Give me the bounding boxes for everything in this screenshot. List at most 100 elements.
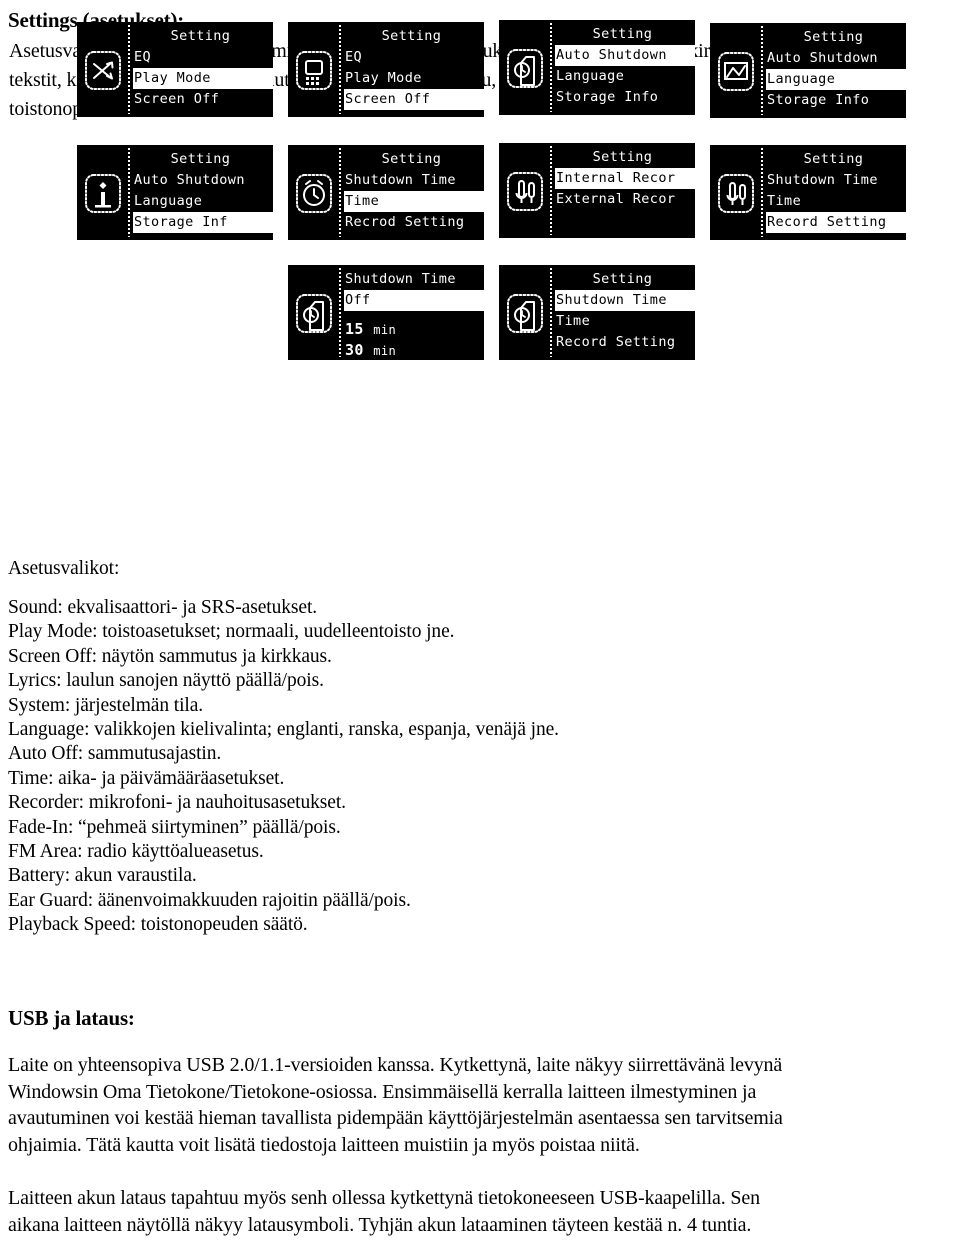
menu-desc-play-mode: Play Mode: toistoasetukset; normaali, uu… (8, 621, 455, 643)
menu-desc-ear-guard: Ear Guard: äänenvoimakkuuden rajoitin pä… (8, 889, 411, 911)
lcd-menu-list: Setting Internal Recor External Recor (555, 143, 695, 238)
lcd-menu-item[interactable]: Setting (766, 27, 906, 48)
lcd-menu-item[interactable]: Setting (133, 26, 273, 47)
clock-shutdown-icon (505, 291, 545, 335)
lcd-menu-item[interactable]: Screen Off (133, 89, 273, 110)
lcd-menu-item[interactable]: Setting (344, 149, 484, 170)
lcd-menu-item[interactable]: Auto Shutdown (766, 48, 906, 69)
lcd-menu-item[interactable]: Setting (555, 147, 695, 168)
lcd-menu-item[interactable]: Time (766, 191, 906, 212)
menu-description-list: Sound: ekvalisaattori- ja SRS-asetukset.… (8, 596, 952, 938)
menu-desc-fm-area: FM Area: radio käyttöalueasetus. (8, 841, 264, 863)
lcd-menu-item-selected[interactable]: Shutdown Time (555, 290, 695, 311)
lcd-divider (761, 148, 763, 237)
lcd-menu-item[interactable]: 30 min (344, 340, 484, 360)
lcd-menu-item[interactable]: Shutdown Time (766, 170, 906, 191)
lcd-screenshot-gallery: Setting EQ Play Mode Screen Off Setting EQ Pla… (0, 0, 960, 360)
screen-setting-screen-off: Setting EQ Play Mode Screen Off (288, 22, 484, 117)
lcd-spacer (344, 311, 484, 319)
lcd-menu-item-selected[interactable]: Off (344, 290, 484, 311)
lcd-menu-item-selected[interactable]: Language (766, 69, 906, 90)
lcd-menu-list: Setting EQ Play Mode Screen Off (133, 22, 273, 117)
lcd-menu-item[interactable]: Shutdown Time (344, 269, 484, 290)
charging-line-2: aikana laitteen näytöllä näkyy latausymb… (8, 1213, 752, 1236)
lcd-menu-list: Shutdown Time Off 15 min 30 min (344, 265, 484, 360)
lcd-divider (128, 25, 130, 114)
lcd-menu-list: Setting Auto Shutdown Language Storage Inf (133, 145, 273, 240)
lcd-divider (550, 23, 552, 112)
lcd-menu-list: Setting Auto Shutdown Language Storage Info (766, 23, 906, 118)
lcd-menu-item-selected[interactable]: Record Setting (766, 212, 906, 233)
menus-label: Asetusvalikot: (8, 558, 120, 579)
microphone-icon (716, 171, 756, 215)
lcd-divider (339, 25, 341, 114)
lcd-divider (128, 148, 130, 237)
lcd-menu-list: Setting Shutdown Time Time Record Setting (555, 265, 695, 360)
lcd-menu-item-selected[interactable]: Internal Recor (555, 168, 695, 189)
clock-shutdown-icon (294, 291, 334, 335)
lcd-menu-item[interactable]: EQ (133, 47, 273, 68)
lcd-divider (550, 268, 552, 357)
section-title-usb: USB ja lataus: (8, 1006, 135, 1030)
lcd-menu-item[interactable]: Setting (133, 149, 273, 170)
usb-line-2: Windowsin Oma Tietokone/Tietokone-osioss… (8, 1080, 757, 1103)
info-icon (83, 171, 123, 215)
lcd-menu-list: Setting Shutdown Time Time Record Setting (766, 145, 906, 240)
lcd-menu-item[interactable]: 15 min (344, 319, 484, 340)
screen-setting-play-mode: Setting EQ Play Mode Screen Off (77, 22, 273, 117)
lcd-menu-item[interactable]: Auto Shutdown (133, 170, 273, 191)
lcd-menu-item-selected[interactable]: Screen Off (344, 89, 484, 110)
alarm-clock-icon (294, 171, 334, 215)
lcd-menu-item-selected[interactable]: Auto Shutdown (555, 45, 695, 66)
lcd-menu-item[interactable]: Setting (344, 26, 484, 47)
lcd-menu-item-selected[interactable]: Storage Inf (133, 212, 273, 233)
lcd-divider (339, 148, 341, 237)
lcd-menu-item[interactable]: Storage Info (766, 90, 906, 111)
lcd-menu-list: Setting Auto Shutdown Language Storage Info (555, 20, 695, 115)
lcd-menu-item[interactable]: Recrod Setting (344, 212, 484, 233)
screen-icon (294, 48, 334, 92)
lcd-menu-item[interactable]: Shutdown Time (344, 170, 484, 191)
lcd-menu-item[interactable]: EQ (344, 47, 484, 68)
lcd-menu-item-selected[interactable]: Play Mode (133, 68, 273, 89)
lcd-divider (339, 268, 341, 357)
lcd-menu-item[interactable]: External Recor (555, 189, 695, 210)
screen-setting-shutdown-time: Setting Shutdown Time Time Record Setting (499, 265, 695, 360)
menu-desc-language: Language: valikkojen kielivalinta; engla… (8, 719, 559, 741)
screen-setting-internal-record: Setting Internal Recor External Recor (499, 143, 695, 238)
screen-shutdown-time-options: Shutdown Time Off 15 min 30 min (288, 265, 484, 360)
menu-desc-system: System: järjestelmän tila. (8, 694, 204, 716)
lcd-menu-item[interactable]: Setting (766, 149, 906, 170)
shuffle-icon (83, 48, 123, 92)
menu-desc-sound: Sound: ekvalisaattori- ja SRS-asetukset. (8, 597, 318, 618)
microphone-icon (505, 169, 545, 213)
clock-shutdown-icon (505, 46, 545, 90)
lcd-menu-item[interactable]: Play Mode (344, 68, 484, 89)
lcd-menu-item[interactable]: Storage Info (555, 87, 695, 108)
menu-desc-playback-speed: Playback Speed: toistonopeuden säätö. (8, 914, 308, 936)
usb-paragraph: Laite on yhteensopiva USB 2.0/1.1-versio… (8, 1052, 958, 1158)
menu-desc-lyrics: Lyrics: laulun sanojen näyttö päällä/poi… (8, 670, 324, 692)
usb-line-3: avautuminen voi kestää hieman tavallista… (8, 1107, 783, 1129)
screen-setting-record-setting: Setting Shutdown Time Time Record Setting (710, 145, 906, 240)
lcd-divider (761, 26, 763, 115)
screen-setting-language: Setting Auto Shutdown Language Storage Info (710, 23, 906, 118)
lcd-menu-list: Setting Shutdown Time Time Recrod Setting (344, 145, 484, 240)
usb-line-1: Laite on yhteensopiva USB 2.0/1.1-versio… (8, 1054, 783, 1076)
menu-desc-time: Time: aika- ja päivämääräasetukset. (8, 767, 285, 789)
menu-desc-recorder: Recorder: mikrofoni- ja nauhoitusasetuks… (8, 792, 346, 814)
menu-desc-auto-off: Auto Off: sammutusajastin. (8, 743, 222, 765)
screen-setting-storage-info: Setting Auto Shutdown Language Storage Inf (77, 145, 273, 240)
lcd-menu-item-selected[interactable]: Time (344, 191, 484, 212)
lcd-menu-item[interactable]: Setting (555, 24, 695, 45)
menu-desc-battery: Battery: akun varaustila. (8, 865, 197, 887)
lcd-menu-list: Setting EQ Play Mode Screen Off (344, 22, 484, 117)
charging-line-1: Laitteen akun lataus tapahtuu myös senh … (8, 1187, 760, 1209)
lcd-menu-item[interactable]: Language (555, 66, 695, 87)
charging-paragraph: Laitteen akun lataus tapahtuu myös senh … (8, 1185, 958, 1238)
lcd-menu-item[interactable]: Record Setting (555, 332, 695, 353)
lcd-divider (550, 146, 552, 235)
lcd-menu-item[interactable]: Language (133, 191, 273, 212)
lcd-menu-item[interactable]: Setting (555, 269, 695, 290)
lcd-menu-item[interactable]: Time (555, 311, 695, 332)
